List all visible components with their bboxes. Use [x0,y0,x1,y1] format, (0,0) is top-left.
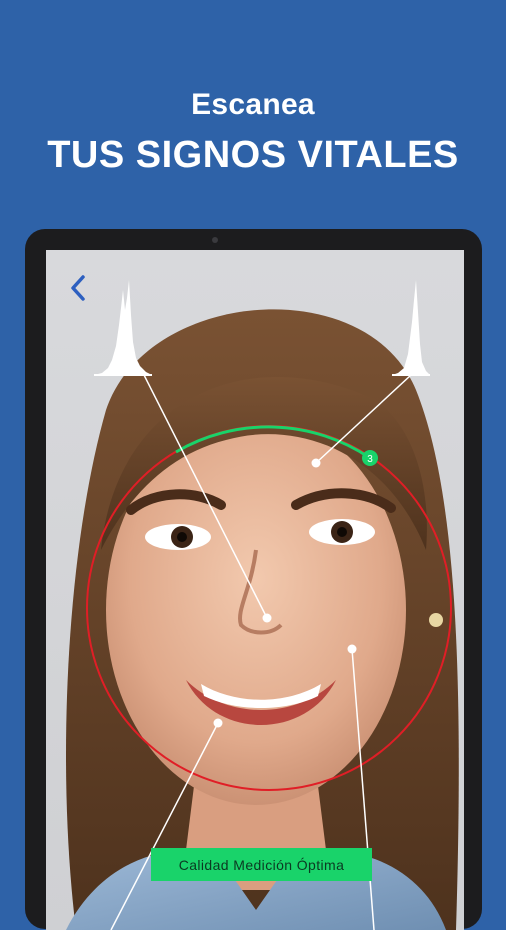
signal-histogram-right [392,280,430,375]
svg-text:3: 3 [367,454,373,465]
connector-line [351,648,375,930]
scan-screen: 3 Calidad Medición Óptima [46,250,464,930]
headline-line2: TUS SIGNOS VITALES [47,134,459,176]
measurement-point [347,644,357,654]
connector-line [315,374,412,464]
headline-line1: Escanea [191,88,315,121]
measurement-point [311,458,321,468]
connector-line [110,722,219,930]
signal-histogram-left [94,280,152,375]
chevron-left-icon [71,275,85,301]
scan-overlay: 3 [86,280,452,930]
quality-status-badge: Calidad Medición Óptima [151,848,372,881]
progress-badge: 3 [362,450,378,466]
measurement-point [262,613,272,623]
measurement-point [213,718,223,728]
scan-ring [86,425,452,791]
back-button[interactable] [60,270,96,306]
tablet-frame: 3 Calidad Medición Óptima [25,229,482,930]
scan-ring-progress [175,425,371,460]
front-camera [212,237,218,243]
connector-line [143,374,268,619]
